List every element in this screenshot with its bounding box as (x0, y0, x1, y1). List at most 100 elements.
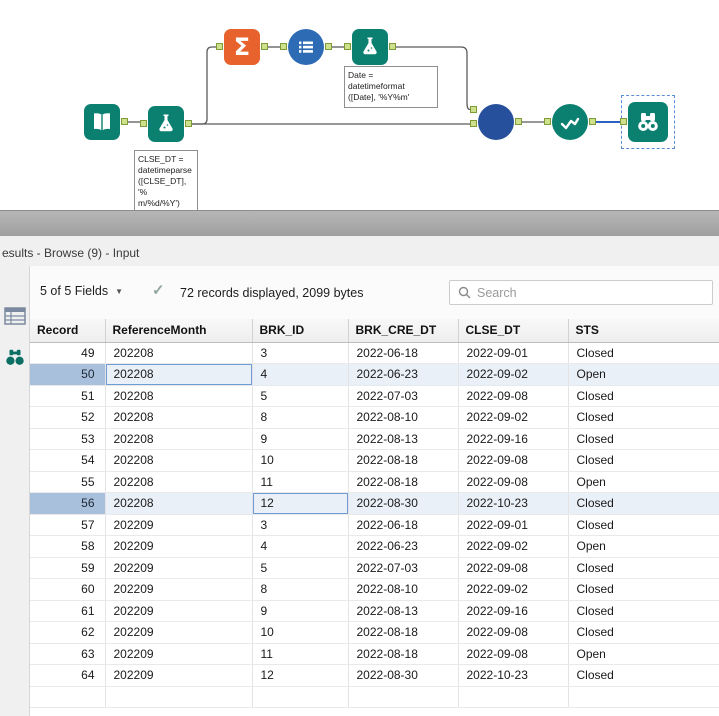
data-cell[interactable]: 2022-09-02 (458, 535, 569, 558)
record-cell[interactable]: 55 (30, 471, 106, 493)
data-cell[interactable]: 3 (252, 514, 349, 536)
data-cell[interactable]: 4 (252, 363, 349, 386)
record-cell[interactable]: 64 (30, 664, 106, 687)
record-cell[interactable]: 54 (30, 449, 106, 472)
apply-check-icon[interactable]: ✓ (152, 281, 165, 299)
data-cell[interactable]: 202209 (105, 664, 253, 687)
column-header-clse_dt[interactable]: CLSE_DT (458, 319, 569, 343)
output-anchor[interactable] (325, 43, 332, 50)
data-cell[interactable]: 202208 (105, 449, 253, 472)
output-anchor[interactable] (389, 43, 396, 50)
input-anchor[interactable] (280, 43, 287, 50)
data-cell[interactable]: 2022-09-08 (458, 385, 569, 407)
data-cell[interactable]: 2022-08-13 (348, 428, 459, 450)
data-cell[interactable]: Closed (568, 492, 719, 515)
data-cell[interactable]: 2022-09-08 (458, 621, 569, 644)
data-cell[interactable]: 2022-08-10 (348, 406, 459, 429)
join-tool[interactable] (478, 104, 514, 140)
data-cell[interactable]: 2022-09-08 (458, 471, 569, 493)
data-cell[interactable]: 2022-09-01 (458, 514, 569, 536)
fields-dropdown[interactable]: 5 of 5 Fields ▼ (40, 284, 123, 298)
data-cell[interactable]: 202208 (105, 471, 253, 493)
data-cell[interactable]: Closed (568, 342, 719, 364)
data-cell[interactable]: Closed (568, 428, 719, 450)
data-cell[interactable]: Closed (568, 621, 719, 644)
data-cell[interactable]: 202209 (105, 578, 253, 601)
data-cell[interactable]: 2022-09-02 (458, 363, 569, 386)
data-cell[interactable]: Closed (568, 385, 719, 407)
column-header-record[interactable]: Record (30, 319, 106, 343)
record-cell[interactable]: 49 (30, 342, 106, 364)
input-anchor[interactable] (620, 118, 627, 125)
data-cell[interactable]: 9 (252, 428, 349, 450)
record-cell[interactable]: 59 (30, 557, 106, 579)
data-cell[interactable]: 5 (252, 557, 349, 579)
data-cell[interactable]: 11 (252, 471, 349, 493)
record-cell[interactable]: 52 (30, 406, 106, 429)
data-cell[interactable]: 2022-09-16 (458, 428, 569, 450)
data-cell[interactable]: 202209 (105, 557, 253, 579)
output-anchor[interactable] (121, 118, 128, 125)
workflow-canvas[interactable]: Σ CLSE_DT = datetimeparse ([CLSE_DT], '%… (0, 0, 719, 236)
data-cell[interactable]: 2022-07-03 (348, 385, 459, 407)
data-cell[interactable]: 202208 (105, 363, 253, 386)
data-cell[interactable]: Closed (568, 406, 719, 429)
annotation-formula1[interactable]: CLSE_DT = datetimeparse ([CLSE_DT], '% m… (134, 150, 198, 214)
data-cell[interactable]: 202208 (105, 342, 253, 364)
data-cell[interactable]: 2022-08-30 (348, 492, 459, 515)
data-cell[interactable]: 2022-08-18 (348, 471, 459, 493)
data-cell[interactable]: 202208 (105, 428, 253, 450)
data-cell[interactable]: Closed (568, 664, 719, 687)
data-cell[interactable]: Closed (568, 514, 719, 536)
data-cell[interactable]: 2022-06-23 (348, 535, 459, 558)
column-header-brk_id[interactable]: BRK_ID (252, 319, 349, 343)
data-cell[interactable]: 2022-06-23 (348, 363, 459, 386)
data-cell[interactable]: 202209 (105, 535, 253, 558)
data-cell[interactable]: 2022-08-13 (348, 600, 459, 622)
data-cell[interactable]: 2022-09-16 (458, 600, 569, 622)
record-cell[interactable]: 58 (30, 535, 106, 558)
column-header-referencemonth[interactable]: ReferenceMonth (105, 319, 253, 343)
output-anchor[interactable] (185, 120, 192, 127)
data-cell[interactable]: Closed (568, 578, 719, 601)
data-cell[interactable]: Open (568, 643, 719, 665)
input-anchor[interactable] (344, 43, 351, 50)
data-cell[interactable]: 10 (252, 621, 349, 644)
formula-tool-2[interactable] (352, 29, 388, 65)
data-cell[interactable]: 202209 (105, 643, 253, 665)
data-cell[interactable]: 9 (252, 600, 349, 622)
formula-tool-1[interactable] (148, 106, 184, 142)
data-cell[interactable]: 3 (252, 342, 349, 364)
data-cell[interactable]: 2022-09-02 (458, 406, 569, 429)
record-cell[interactable]: 60 (30, 578, 106, 601)
data-cell[interactable]: Closed (568, 600, 719, 622)
record-cell[interactable]: 57 (30, 514, 106, 536)
data-cell[interactable]: 2022-07-03 (348, 557, 459, 579)
data-cell[interactable]: 202208 (105, 406, 253, 429)
input-anchor[interactable] (544, 118, 551, 125)
input-data-tool[interactable] (84, 104, 120, 140)
data-cell[interactable]: Closed (568, 557, 719, 579)
annotation-formula2[interactable]: Date = datetimeformat ([Date], '%Y%m' (344, 66, 438, 108)
data-cell[interactable]: 12 (252, 492, 349, 515)
column-header-sts[interactable]: STS (568, 319, 719, 343)
record-cell[interactable]: 51 (30, 385, 106, 407)
data-cell[interactable]: 8 (252, 578, 349, 601)
data-cell[interactable]: Open (568, 471, 719, 493)
data-cell[interactable]: 2022-09-02 (458, 578, 569, 601)
transform-tool[interactable] (288, 29, 324, 65)
data-cell[interactable]: 12 (252, 664, 349, 687)
data-cell[interactable]: 8 (252, 406, 349, 429)
input-anchor[interactable] (216, 43, 223, 50)
record-cell[interactable]: 63 (30, 643, 106, 665)
table-view-icon[interactable] (4, 306, 26, 326)
output-anchor[interactable] (589, 118, 596, 125)
record-cell[interactable]: 61 (30, 600, 106, 622)
input-anchor-bottom[interactable] (470, 120, 477, 127)
check-tool[interactable] (552, 104, 588, 140)
data-cell[interactable]: 2022-09-08 (458, 449, 569, 472)
data-cell[interactable]: 2022-06-18 (348, 514, 459, 536)
data-cell[interactable]: 202208 (105, 385, 253, 407)
record-cell[interactable]: 53 (30, 428, 106, 450)
data-cell[interactable]: 11 (252, 643, 349, 665)
